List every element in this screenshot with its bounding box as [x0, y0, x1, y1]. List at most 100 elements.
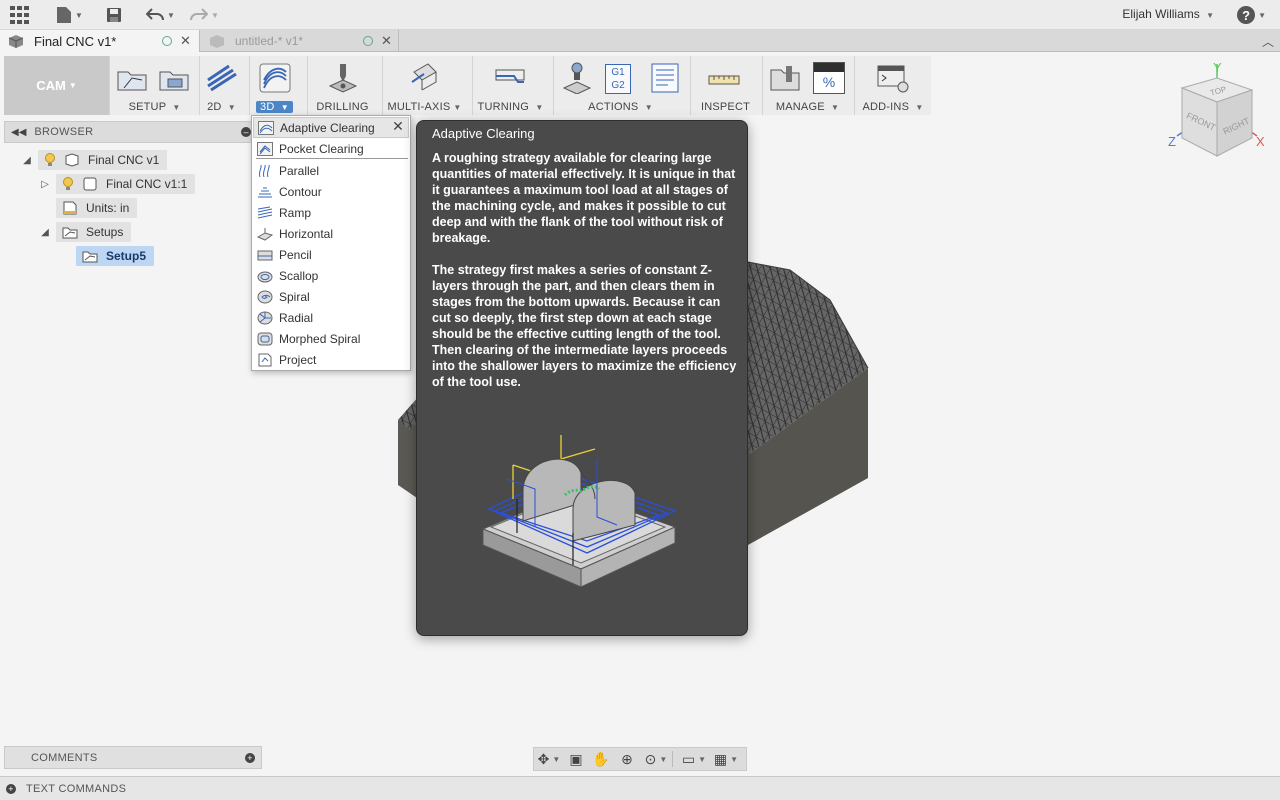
- tooltip-adaptive-clearing: Adaptive Clearing A roughing strategy av…: [416, 120, 748, 636]
- menu-item-spiral[interactable]: Spiral: [253, 286, 409, 307]
- redo-icon: [190, 8, 208, 21]
- drilling-group[interactable]: DRILLING: [307, 56, 377, 115]
- close-icon[interactable]: ✕: [381, 33, 392, 49]
- group-label: SETUP ▼: [128, 101, 181, 113]
- group-label: MULTI-AXIS ▼: [387, 101, 462, 113]
- collapse-panel-icon[interactable]: ◀◀: [11, 127, 26, 138]
- chevron-down-icon: ▼: [1258, 10, 1266, 20]
- tooltip-paragraph: The strategy first makes a series of con…: [432, 263, 737, 389]
- turning-group[interactable]: TURNING ▼: [472, 56, 548, 115]
- multi-axis-group[interactable]: MULTI-AXIS ▼: [382, 56, 466, 115]
- menu-item-radial[interactable]: Radial: [253, 307, 409, 328]
- post-library-icon: %: [813, 62, 845, 94]
- horizontal-icon: [257, 227, 273, 241]
- pan-icon[interactable]: ✋: [588, 749, 614, 769]
- fit-icon[interactable]: ⊙ ▼: [640, 749, 672, 769]
- pencil-icon: [257, 250, 273, 260]
- visibility-bulb-icon[interactable]: [62, 177, 74, 191]
- workspace-label: CAM: [36, 78, 66, 93]
- actions-group[interactable]: G1 G2 ACTIONS ▼: [553, 56, 687, 115]
- redo-button[interactable]: ▼: [190, 5, 219, 25]
- help-button[interactable]: ? ▼: [1237, 6, 1266, 24]
- file-menu-button[interactable]: ▼: [56, 5, 83, 25]
- tab-title: untitled-* v1*: [235, 34, 304, 48]
- chevron-up-icon[interactable]: ︿: [1262, 33, 1274, 50]
- tree-node-units[interactable]: Units: in: [56, 198, 138, 218]
- expand-icon[interactable]: +: [6, 784, 16, 794]
- add-ins-group[interactable]: ADD-INS ▼: [854, 56, 931, 115]
- post-process-icon: G1 G2: [605, 64, 631, 94]
- 3d-group[interactable]: 3D ▼: [249, 56, 301, 115]
- visibility-bulb-icon[interactable]: [44, 153, 56, 167]
- orbit-icon[interactable]: ✥ ▼: [534, 749, 564, 769]
- undo-button[interactable]: ▼: [146, 5, 175, 25]
- text-commands-bar[interactable]: + TEXT COMMANDS: [0, 776, 1280, 800]
- 3d-toolpath-icon: [259, 63, 291, 93]
- 2d-group[interactable]: 2D ▼: [199, 56, 243, 115]
- cam-toolbar: CAM ▼ SETUP ▼ 2D ▼ 3D ▼ DRILLING MULTI-A…: [4, 56, 931, 115]
- component-icon: [65, 153, 79, 167]
- menu-item-contour[interactable]: Contour: [253, 181, 409, 202]
- grid-settings-icon[interactable]: ▦ ▼: [710, 749, 742, 769]
- axis-y-label: Y: [1213, 60, 1222, 75]
- menu-item-pencil[interactable]: Pencil: [253, 244, 409, 265]
- add-comment-icon[interactable]: +: [245, 753, 255, 763]
- setup-icon: [82, 251, 98, 263]
- comments-panel[interactable]: COMMENTS +: [4, 746, 262, 769]
- node-label: Setups: [86, 225, 124, 239]
- setup-group[interactable]: SETUP ▼: [109, 56, 199, 115]
- user-menu[interactable]: Elijah Williams ▼: [1122, 7, 1214, 21]
- node-label: Units: in: [86, 201, 130, 215]
- collapsed-triangle-icon[interactable]: ▷: [38, 179, 52, 190]
- chevron-down-icon: ▼: [75, 10, 83, 20]
- pocket-clearing-icon: [257, 141, 273, 156]
- close-icon[interactable]: ✕: [180, 33, 191, 49]
- zoom-icon[interactable]: ⊕: [614, 749, 640, 769]
- menu-item-morphed-spiral[interactable]: Morphed Spiral: [253, 328, 409, 349]
- group-label-selected: 3D ▼: [256, 101, 293, 113]
- group-label: ADD-INS ▼: [862, 101, 924, 113]
- menu-item-parallel[interactable]: Parallel: [253, 160, 409, 181]
- tab-untitled[interactable]: untitled-* v1* ✕: [201, 30, 399, 52]
- minimize-icon[interactable]: –: [241, 127, 251, 137]
- save-button[interactable]: [106, 5, 122, 25]
- 2d-toolpath-icon: [207, 64, 237, 92]
- drill-icon: [328, 64, 358, 93]
- view-cube[interactable]: Y Z X TOP FRONT RIGHT: [1162, 58, 1272, 168]
- save-icon: [107, 8, 121, 22]
- sync-status-icon: [162, 36, 172, 46]
- menu-item-project[interactable]: Project: [253, 349, 409, 370]
- expanded-triangle-icon[interactable]: ◢: [20, 155, 34, 166]
- tree-node-setups[interactable]: ◢ Setups: [38, 222, 132, 242]
- menu-item-horizontal[interactable]: Horizontal: [253, 223, 409, 244]
- tree-node-root[interactable]: ◢ Final CNC v1: [20, 150, 168, 170]
- tab-final-cnc[interactable]: Final CNC v1* ✕: [0, 30, 200, 52]
- tree-node-body[interactable]: ▷ Final CNC v1:1: [38, 174, 196, 194]
- browser-panel-header[interactable]: ◀◀ BROWSER –: [4, 121, 256, 143]
- group-label: MANAGE ▼: [775, 101, 840, 113]
- 3d-toolpath-menu: Adaptive Clearing ✕ Pocket Clearing Para…: [251, 115, 411, 371]
- app-grid-icon[interactable]: [10, 5, 30, 25]
- tree-node-setup5[interactable]: Setup5: [76, 246, 155, 266]
- look-at-icon[interactable]: ▣: [564, 749, 588, 769]
- menu-item-pocket-clearing[interactable]: Pocket Clearing: [253, 138, 409, 159]
- close-icon[interactable]: ✕: [391, 119, 405, 134]
- group-label: 2D ▼: [207, 101, 236, 113]
- manage-group[interactable]: % MANAGE ▼: [762, 56, 852, 115]
- adaptive-clearing-icon: [258, 120, 274, 135]
- tab-title: Final CNC v1*: [34, 33, 117, 49]
- expanded-triangle-icon[interactable]: ◢: [38, 227, 52, 238]
- menu-item-scallop[interactable]: Scallop: [253, 265, 409, 286]
- tool-library-icon: [770, 66, 800, 91]
- node-label: Final CNC v1: [88, 153, 160, 167]
- menu-item-ramp[interactable]: Ramp: [253, 202, 409, 223]
- menu-item-adaptive-clearing[interactable]: Adaptive Clearing: [253, 117, 409, 138]
- workspace-switcher[interactable]: CAM ▼: [4, 56, 109, 115]
- setup-folder-icon: [117, 71, 147, 91]
- display-settings-icon[interactable]: ▭ ▼: [678, 749, 710, 769]
- contour-icon: [258, 187, 272, 197]
- spiral-icon: [257, 290, 273, 303]
- chevron-down-icon: ▼: [211, 10, 219, 20]
- inspect-group[interactable]: INSPECT: [690, 56, 760, 115]
- group-label: TURNING ▼: [477, 101, 544, 113]
